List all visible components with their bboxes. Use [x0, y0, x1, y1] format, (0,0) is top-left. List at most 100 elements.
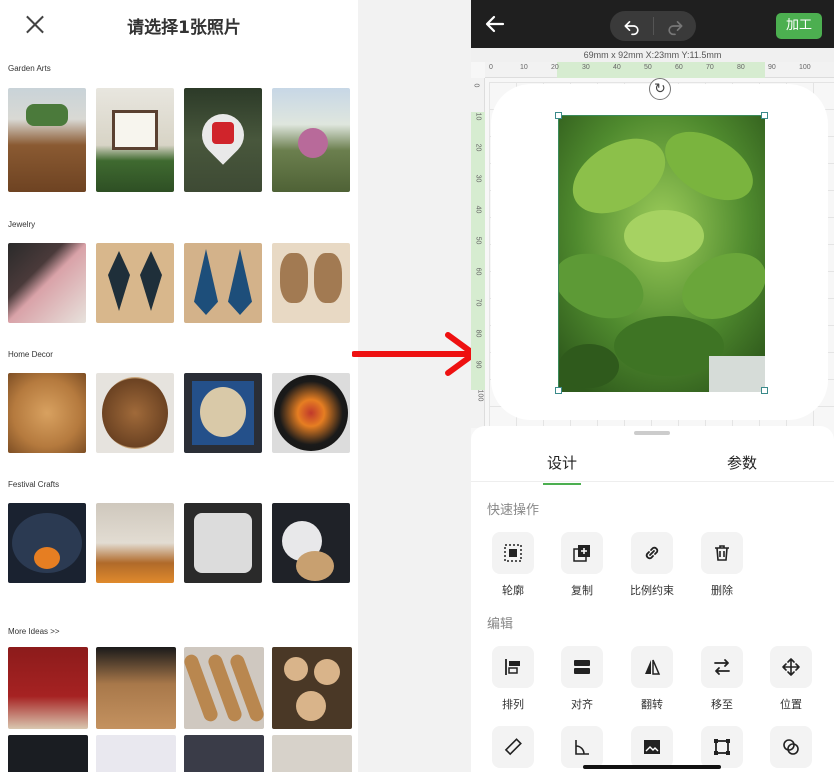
photo-thumbnail[interactable] — [8, 88, 86, 192]
tool-label: 对齐 — [571, 698, 593, 711]
photo-thumbnail[interactable] — [8, 373, 86, 453]
ruler-top: 0 10 20 30 40 50 60 70 80 90 100 — [485, 62, 834, 78]
home-indicator — [583, 765, 721, 769]
picker-header: 请选择1张照片 — [0, 0, 358, 50]
resize-handle[interactable] — [555, 387, 562, 394]
ruler-tick-label: 10 — [520, 64, 528, 71]
thumb-row-festival — [8, 503, 350, 583]
photo-thumbnail[interactable] — [8, 503, 86, 583]
ruler-tick-label: 50 — [644, 64, 652, 71]
photo-thumbnail[interactable] — [96, 243, 174, 323]
tool-label: 移至 — [711, 698, 733, 711]
tool-combine[interactable] — [769, 726, 813, 768]
resize-handle[interactable] — [761, 112, 768, 119]
tool-label: 比例约束 — [630, 584, 674, 597]
ruler-tick-label: 90 — [768, 64, 776, 71]
photo-thumbnail[interactable] — [272, 373, 350, 453]
section-label-festival-crafts: Festival Crafts — [8, 480, 60, 489]
photo-thumbnail[interactable] — [184, 373, 262, 453]
photo-thumbnail[interactable] — [8, 735, 88, 772]
tool-label: 排列 — [502, 698, 524, 711]
photo-thumbnail[interactable] — [96, 735, 176, 772]
photo-thumbnail[interactable] — [272, 503, 350, 583]
tool-flip[interactable]: 翻转 — [630, 646, 674, 712]
tool-image-edit[interactable] — [630, 726, 674, 768]
process-button[interactable]: 加工 — [776, 13, 822, 39]
ruler-tick-label: 30 — [582, 64, 590, 71]
tab-design[interactable]: 设计 — [542, 452, 582, 485]
ruler-tick-label: 20 — [474, 143, 482, 152]
resize-handle[interactable] — [555, 112, 562, 119]
tool-delete[interactable]: 删除 — [700, 532, 744, 598]
position-icon — [770, 646, 812, 688]
arrange-icon — [492, 646, 534, 688]
tab-params[interactable]: 参数 — [727, 452, 757, 473]
bottom-sheet: 设计 参数 快速操作 轮廓 复制 比例约束 删除 编辑 排列 对齐 翻转 移至 … — [471, 426, 834, 772]
photo-thumbnail[interactable] — [184, 647, 264, 729]
dimension-readout: 69mm x 92mm X:23mm Y:11.5mm — [471, 48, 834, 62]
ruler-left: 0 10 20 30 40 50 60 70 80 90 100 — [471, 78, 485, 428]
copy-icon — [561, 532, 603, 574]
editor-panel: 加工 69mm x 92mm X:23mm Y:11.5mm 0 10 20 30 40… — [471, 0, 834, 772]
ruler-tick-label: 30 — [474, 174, 482, 183]
thumb-row-more-2 — [8, 735, 352, 772]
red-arrow-icon — [352, 332, 477, 376]
photo-thumbnail[interactable] — [8, 243, 86, 323]
tool-label: 删除 — [711, 584, 733, 597]
photo-thumbnail[interactable] — [96, 647, 176, 729]
tool-move-to[interactable]: 移至 — [700, 646, 744, 712]
photo-thumbnail[interactable] — [96, 503, 174, 583]
photo-thumbnail[interactable] — [272, 243, 350, 323]
link-icon — [631, 532, 673, 574]
photo-thumbnail[interactable] — [96, 373, 174, 453]
section-label-more-ideas[interactable]: More Ideas >> — [8, 627, 60, 636]
tool-aspect-lock[interactable]: 比例约束 — [630, 532, 674, 598]
resize-handle[interactable] — [761, 387, 768, 394]
edit-ops-title: 编辑 — [487, 617, 514, 632]
section-label-home-decor: Home Decor — [8, 350, 53, 359]
photo-thumbnail[interactable] — [184, 243, 262, 323]
ruler-tick-label: 40 — [613, 64, 621, 71]
back-arrow-icon[interactable] — [483, 12, 507, 36]
tool-angle[interactable] — [560, 726, 604, 768]
ruler-icon — [492, 726, 534, 768]
selected-photo[interactable] — [558, 115, 765, 392]
redo-icon[interactable] — [653, 11, 696, 41]
photo-thumbnail[interactable] — [272, 647, 352, 729]
tool-arrange[interactable]: 排列 — [491, 646, 535, 712]
quick-ops-title: 快速操作 — [487, 503, 540, 518]
photo-thumbnail[interactable] — [184, 88, 262, 192]
tool-position[interactable]: 位置 — [769, 646, 813, 712]
tool-label: 轮廓 — [502, 584, 524, 597]
tool-measure[interactable] — [491, 726, 535, 768]
undo-icon[interactable] — [610, 11, 653, 41]
photo-thumbnail[interactable] — [8, 647, 88, 729]
tool-label: 复制 — [571, 584, 593, 597]
photo-thumbnail[interactable] — [96, 88, 174, 192]
ruler-tick-label: 10 — [474, 112, 482, 121]
ruler-tick-label: 90 — [474, 360, 482, 369]
photo-thumbnail[interactable] — [184, 503, 262, 583]
ruler-tick-label: 50 — [474, 236, 482, 245]
picker-title: 请选择1张照片 — [127, 18, 241, 38]
ruler-tick-label: 0 — [472, 83, 480, 88]
tool-align[interactable]: 对齐 — [560, 646, 604, 712]
ruler-tick-label: 100 — [476, 389, 484, 402]
ruler-tick-label: 70 — [706, 64, 714, 71]
rotate-handle-icon[interactable]: ↻ — [649, 78, 671, 100]
section-label-jewelry: Jewelry — [8, 220, 36, 229]
photo-thumbnail[interactable] — [272, 88, 350, 192]
crop-icon — [701, 726, 743, 768]
tool-crop[interactable] — [700, 726, 744, 768]
tool-outline[interactable]: 轮廓 — [491, 532, 535, 598]
photo-thumbnail[interactable] — [184, 735, 264, 772]
flip-icon — [631, 646, 673, 688]
tool-copy[interactable]: 复制 — [560, 532, 604, 598]
plant-photo — [559, 116, 765, 392]
photo-thumbnail[interactable] — [272, 735, 352, 772]
tab-bar: 设计 参数 — [471, 444, 834, 485]
ruler-tick-label: 80 — [737, 64, 745, 71]
sheet-grabber[interactable] — [634, 431, 670, 435]
tool-label: 位置 — [780, 698, 802, 711]
photo-picker-panel: 请选择1张照片 Garden Arts Jewelry Home Decor F… — [0, 0, 358, 772]
